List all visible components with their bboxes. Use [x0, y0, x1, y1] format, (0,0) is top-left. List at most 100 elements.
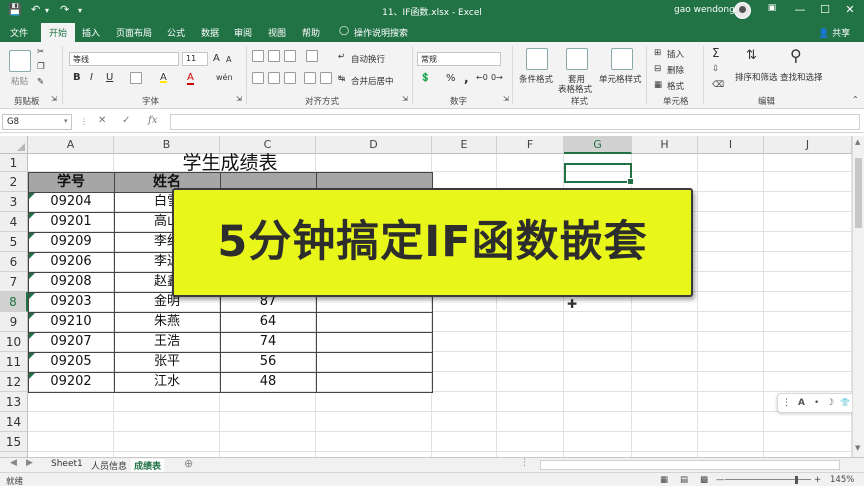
cell-styles-icon[interactable]	[611, 48, 633, 70]
sheet-title-cell[interactable]: 学生成绩表	[28, 154, 432, 173]
insert-cells-icon[interactable]: ⊞	[654, 48, 661, 58]
column-header-e[interactable]: E	[432, 136, 497, 154]
ribbon-display-options-icon[interactable]: ▣	[762, 3, 782, 13]
delete-cells-icon[interactable]: ⊟	[654, 64, 661, 74]
sheet-tab-personnel[interactable]: 人员信息	[88, 459, 130, 472]
row-header-14[interactable]: 14	[0, 412, 28, 432]
increase-decimal-icon[interactable]: ←0	[476, 73, 488, 82]
clipboard-launcher-icon[interactable]: ⇲	[51, 95, 57, 103]
accounting-format-icon[interactable]: 💲	[420, 73, 431, 83]
conditional-formatting-icon[interactable]	[526, 48, 548, 70]
row-header-15[interactable]: 15	[0, 432, 28, 452]
formula-input[interactable]	[170, 114, 860, 130]
user-name[interactable]: gao wendong	[674, 5, 735, 15]
prev-sheet-icon[interactable]: ◀	[10, 458, 17, 468]
row-header-8[interactable]: 8	[0, 292, 28, 312]
find-select-icon[interactable]: ⚲	[790, 46, 802, 65]
share-button[interactable]: 👤 共享	[818, 26, 850, 39]
bold-button[interactable]: B	[73, 72, 81, 83]
increase-indent-icon[interactable]	[320, 72, 332, 84]
align-bottom-icon[interactable]	[284, 50, 296, 62]
align-right-icon[interactable]	[284, 72, 296, 84]
row-header-2[interactable]: 2	[0, 172, 28, 192]
column-header-g[interactable]: G	[564, 136, 632, 154]
sheet-tab-sheet1[interactable]: Sheet1	[48, 459, 86, 469]
italic-button[interactable]: I	[90, 72, 93, 83]
autosum-icon[interactable]: Σ	[712, 46, 720, 60]
decrease-indent-icon[interactable]	[304, 72, 316, 84]
cancel-entry-icon[interactable]: ✕	[98, 115, 106, 126]
scroll-down-icon[interactable]: ▼	[855, 444, 860, 452]
floating-moon-icon[interactable]: ☽	[826, 398, 834, 408]
maximize-icon[interactable]: ☐	[815, 3, 835, 16]
tab-home[interactable]: 开始	[41, 23, 76, 42]
avatar[interactable]	[734, 2, 751, 19]
fill-icon[interactable]: ⇩	[712, 64, 719, 74]
conditional-formatting-button[interactable]: 条件格式	[519, 73, 553, 85]
row-header-3[interactable]: 3	[0, 192, 28, 212]
borders-icon[interactable]	[130, 72, 142, 84]
row-header-1[interactable]: 1	[0, 154, 28, 172]
format-cells-button[interactable]: 格式	[667, 80, 684, 92]
row-header-5[interactable]: 5	[0, 232, 28, 252]
find-select-button[interactable]: 查找和选择	[780, 71, 823, 83]
next-sheet-icon[interactable]: ▶	[26, 458, 33, 468]
insert-cells-button[interactable]: 插入	[667, 48, 684, 60]
tab-view[interactable]: 视图	[268, 26, 286, 39]
tab-review[interactable]: 审阅	[234, 26, 252, 39]
format-as-table-icon[interactable]	[566, 48, 588, 70]
name-box[interactable]: G8	[2, 114, 72, 130]
zoom-slider[interactable]	[725, 479, 811, 480]
copy-icon[interactable]: ❐	[37, 62, 45, 72]
collapse-ribbon-icon[interactable]: ⌃	[852, 95, 859, 104]
number-format-select[interactable]: 常规	[417, 52, 501, 66]
zoom-slider-thumb[interactable]	[795, 476, 798, 484]
sort-filter-icon[interactable]: ⇅	[746, 48, 757, 63]
scroll-up-icon[interactable]: ▲	[855, 138, 860, 146]
grow-font-icon[interactable]: A	[213, 53, 220, 64]
orientation-icon[interactable]	[306, 50, 318, 62]
column-header-j[interactable]: J	[764, 136, 852, 154]
page-layout-view-icon[interactable]: ▤	[680, 475, 688, 485]
scroll-thumb[interactable]	[855, 158, 862, 228]
minimize-icon[interactable]: —	[790, 3, 810, 16]
add-sheet-icon[interactable]: ⊕	[184, 457, 193, 470]
font-name-select[interactable]: 等线	[69, 52, 179, 66]
name-box-dropdown-icon[interactable]: ▾	[64, 117, 68, 125]
shrink-font-icon[interactable]: A	[226, 55, 231, 64]
row-header-6[interactable]: 6	[0, 252, 28, 272]
zoom-level[interactable]: 145%	[830, 475, 854, 485]
paste-icon[interactable]	[9, 50, 31, 72]
font-color-icon[interactable]: A	[187, 72, 194, 85]
floating-font-icon[interactable]: A	[798, 398, 805, 408]
cell-styles-button[interactable]: 单元格样式	[599, 73, 642, 85]
wrap-text-button[interactable]: 自动换行	[351, 53, 385, 65]
fill-color-icon[interactable]: A	[160, 72, 167, 83]
horizontal-scrollbar[interactable]	[540, 460, 840, 470]
delete-cells-button[interactable]: 删除	[667, 64, 684, 76]
cut-icon[interactable]: ✂	[37, 47, 44, 57]
wrap-text-icon[interactable]: ↵	[338, 52, 345, 62]
merge-center-icon[interactable]: ↹	[338, 74, 345, 84]
page-break-view-icon[interactable]: ▩	[700, 475, 708, 485]
row-header-4[interactable]: 4	[0, 212, 28, 232]
underline-button[interactable]: U	[106, 72, 113, 83]
font-launcher-icon[interactable]: ⇲	[236, 95, 242, 103]
select-all-button[interactable]	[0, 136, 28, 154]
align-left-icon[interactable]	[252, 72, 264, 84]
normal-view-icon[interactable]: ▦	[660, 475, 668, 485]
active-cell-g8[interactable]	[564, 163, 634, 185]
zoom-out-icon[interactable]: —	[716, 475, 725, 485]
close-icon[interactable]: ✕	[840, 3, 860, 16]
comma-style-button[interactable]: ,	[464, 71, 469, 85]
align-middle-icon[interactable]	[268, 50, 280, 62]
paste-button-label[interactable]: 粘贴	[11, 75, 28, 87]
percent-style-button[interactable]: %	[446, 73, 456, 84]
row-header-7[interactable]: 7	[0, 272, 28, 292]
phonetic-guide-icon[interactable]: wén	[216, 73, 233, 82]
floating-dot-icon[interactable]: •	[814, 398, 819, 408]
alignment-launcher-icon[interactable]: ⇲	[402, 95, 408, 103]
clear-icon[interactable]: ⌫	[712, 80, 724, 90]
floating-shirt-icon[interactable]: 👕	[840, 398, 850, 407]
align-top-icon[interactable]	[252, 50, 264, 62]
